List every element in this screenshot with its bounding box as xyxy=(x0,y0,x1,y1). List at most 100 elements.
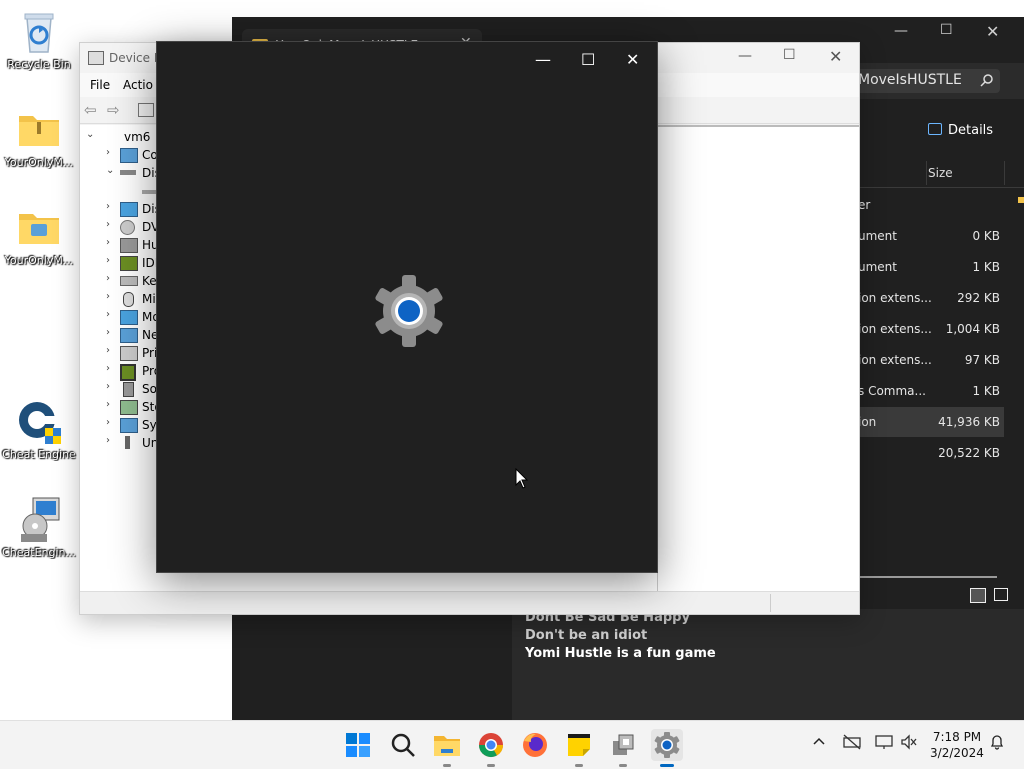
desktop-icon-cheat-engine-installer[interactable]: CheatEngin... xyxy=(1,496,77,559)
chevron-right-icon[interactable]: › xyxy=(106,201,118,212)
file-row[interactable]: s Comma... 1 KB xyxy=(852,376,1004,406)
chevron-right-icon[interactable]: › xyxy=(106,291,118,302)
firefox-button[interactable] xyxy=(519,729,551,761)
chevron-right-icon[interactable]: › xyxy=(106,345,118,356)
recycle-bin-icon xyxy=(15,8,63,56)
chevron-right-icon[interactable]: › xyxy=(106,273,118,284)
system-icon xyxy=(120,418,138,433)
file-row[interactable]: ion extens... 292 KB xyxy=(852,283,1004,313)
file-row[interactable]: 20,522 KB xyxy=(852,438,1004,468)
file-size: 1 KB xyxy=(972,260,1000,274)
desktop-icon-zip-folder[interactable]: YourOnlyM... xyxy=(1,106,77,169)
chevron-down-icon[interactable]: ⌄ xyxy=(86,129,98,140)
desktop-icon-recycle-bin[interactable]: Recycle Bin xyxy=(1,8,77,71)
file-row[interactable]: ion extens... 97 KB xyxy=(852,345,1004,375)
tree-node-label: Ke xyxy=(142,274,157,288)
settings-splash-window[interactable]: — ☐ ✕ xyxy=(156,41,658,573)
desktop-icon-label: Cheat Engine xyxy=(2,448,76,461)
start-icon xyxy=(346,733,370,757)
taskbar: 7:18 PM 3/2/2024 xyxy=(0,720,1024,769)
running-indicator xyxy=(575,764,583,767)
chevron-down-icon[interactable]: ⌄ xyxy=(106,165,118,176)
search-box[interactable]: MoveIsHUSTLE xyxy=(840,69,1000,93)
chevron-right-icon[interactable]: › xyxy=(106,435,118,446)
usb-icon xyxy=(125,436,130,449)
horizontal-scrollbar[interactable] xyxy=(852,576,997,578)
file-explorer-button[interactable] xyxy=(431,729,463,767)
tree-node-label: Mi xyxy=(142,292,156,306)
column-separator[interactable] xyxy=(926,161,927,185)
chevron-right-icon[interactable]: › xyxy=(106,399,118,410)
chevron-right-icon[interactable]: › xyxy=(106,363,118,374)
size-column-header[interactable]: Size xyxy=(928,166,953,180)
properties-icon[interactable] xyxy=(138,103,154,117)
file-row-selected[interactable]: ion 41,936 KB xyxy=(852,407,1004,437)
close-icon[interactable]: ✕ xyxy=(986,22,999,41)
settings-icon xyxy=(654,732,680,758)
file-row[interactable]: ument 1 KB xyxy=(852,252,1004,282)
desktop-icon-cheat-engine[interactable]: Cheat Engine xyxy=(1,398,77,461)
app-button[interactable] xyxy=(607,729,639,767)
desktop-icon-folder[interactable]: YourOnlyM... xyxy=(1,204,77,267)
minimize-icon[interactable]: — xyxy=(894,23,908,39)
chevron-right-icon[interactable]: › xyxy=(106,381,118,392)
close-icon[interactable]: ✕ xyxy=(626,50,639,69)
details-button[interactable]: Details xyxy=(928,123,993,138)
search-icon xyxy=(391,733,415,757)
maximize-icon[interactable]: ☐ xyxy=(783,47,796,63)
file-row[interactable]: ument 0 KB xyxy=(852,221,1004,251)
minimize-icon[interactable]: — xyxy=(738,48,752,64)
settings-button[interactable] xyxy=(651,729,683,767)
search-button[interactable] xyxy=(387,729,419,761)
network-disconnected-icon[interactable] xyxy=(843,734,861,754)
show-hidden-icons-chevron-icon[interactable] xyxy=(812,734,826,752)
preview-line: Don't be an idiot xyxy=(525,628,648,643)
display-icon xyxy=(120,202,138,217)
mouse-icon xyxy=(123,292,134,307)
mouse-cursor-icon xyxy=(515,467,529,490)
details-view-icon[interactable] xyxy=(970,588,986,603)
menu-file[interactable]: File xyxy=(90,78,110,92)
minimize-icon[interactable]: — xyxy=(535,50,551,69)
desktop-icon-label: Recycle Bin xyxy=(7,58,71,71)
zip-folder-icon xyxy=(15,106,63,154)
chevron-right-icon[interactable]: › xyxy=(106,147,118,158)
sticky-notes-button[interactable] xyxy=(563,729,595,767)
file-explorer-icon xyxy=(434,736,460,756)
forward-icon[interactable]: ⇨ xyxy=(107,101,120,119)
search-box-text: MoveIsHUSTLE xyxy=(858,72,962,88)
menu-action[interactable]: Actio xyxy=(123,78,153,92)
search-icon[interactable] xyxy=(980,73,994,87)
back-icon[interactable]: ⇦ xyxy=(84,101,97,119)
chrome-button[interactable] xyxy=(475,729,507,767)
file-row[interactable]: er xyxy=(852,190,1004,220)
maximize-icon[interactable]: ☐ xyxy=(581,50,595,69)
volume-muted-icon[interactable] xyxy=(900,734,918,754)
chevron-right-icon[interactable]: › xyxy=(106,237,118,248)
clock[interactable]: 7:18 PM 3/2/2024 xyxy=(926,729,988,761)
firefox-icon xyxy=(523,733,547,757)
chevron-right-icon[interactable]: › xyxy=(106,255,118,266)
chevron-right-icon[interactable]: › xyxy=(106,417,118,428)
close-icon[interactable]: ✕ xyxy=(829,47,842,66)
tree-node-label: Pri xyxy=(142,346,158,360)
file-type: ument xyxy=(858,229,897,243)
processor-icon xyxy=(120,364,136,381)
device-manager-status-bar xyxy=(80,591,859,614)
notifications-bell-icon[interactable] xyxy=(989,734,1005,754)
chevron-right-icon[interactable]: › xyxy=(106,219,118,230)
display-icon[interactable] xyxy=(875,734,893,754)
file-size: 97 KB xyxy=(964,353,1000,367)
tiles-view-icon[interactable] xyxy=(994,588,1008,601)
column-separator[interactable] xyxy=(1004,161,1005,185)
start-button[interactable] xyxy=(342,729,374,761)
file-size: 20,522 KB xyxy=(938,446,1000,460)
settings-gear-icon xyxy=(371,273,447,349)
file-size: 0 KB xyxy=(972,229,1000,243)
chevron-right-icon[interactable]: › xyxy=(106,309,118,320)
file-row[interactable]: ion extens... 1,004 KB xyxy=(852,314,1004,344)
tree-node-label: So xyxy=(142,382,157,396)
maximize-icon[interactable]: ☐ xyxy=(940,22,953,38)
file-size: 292 KB xyxy=(957,291,1000,305)
chevron-right-icon[interactable]: › xyxy=(106,327,118,338)
